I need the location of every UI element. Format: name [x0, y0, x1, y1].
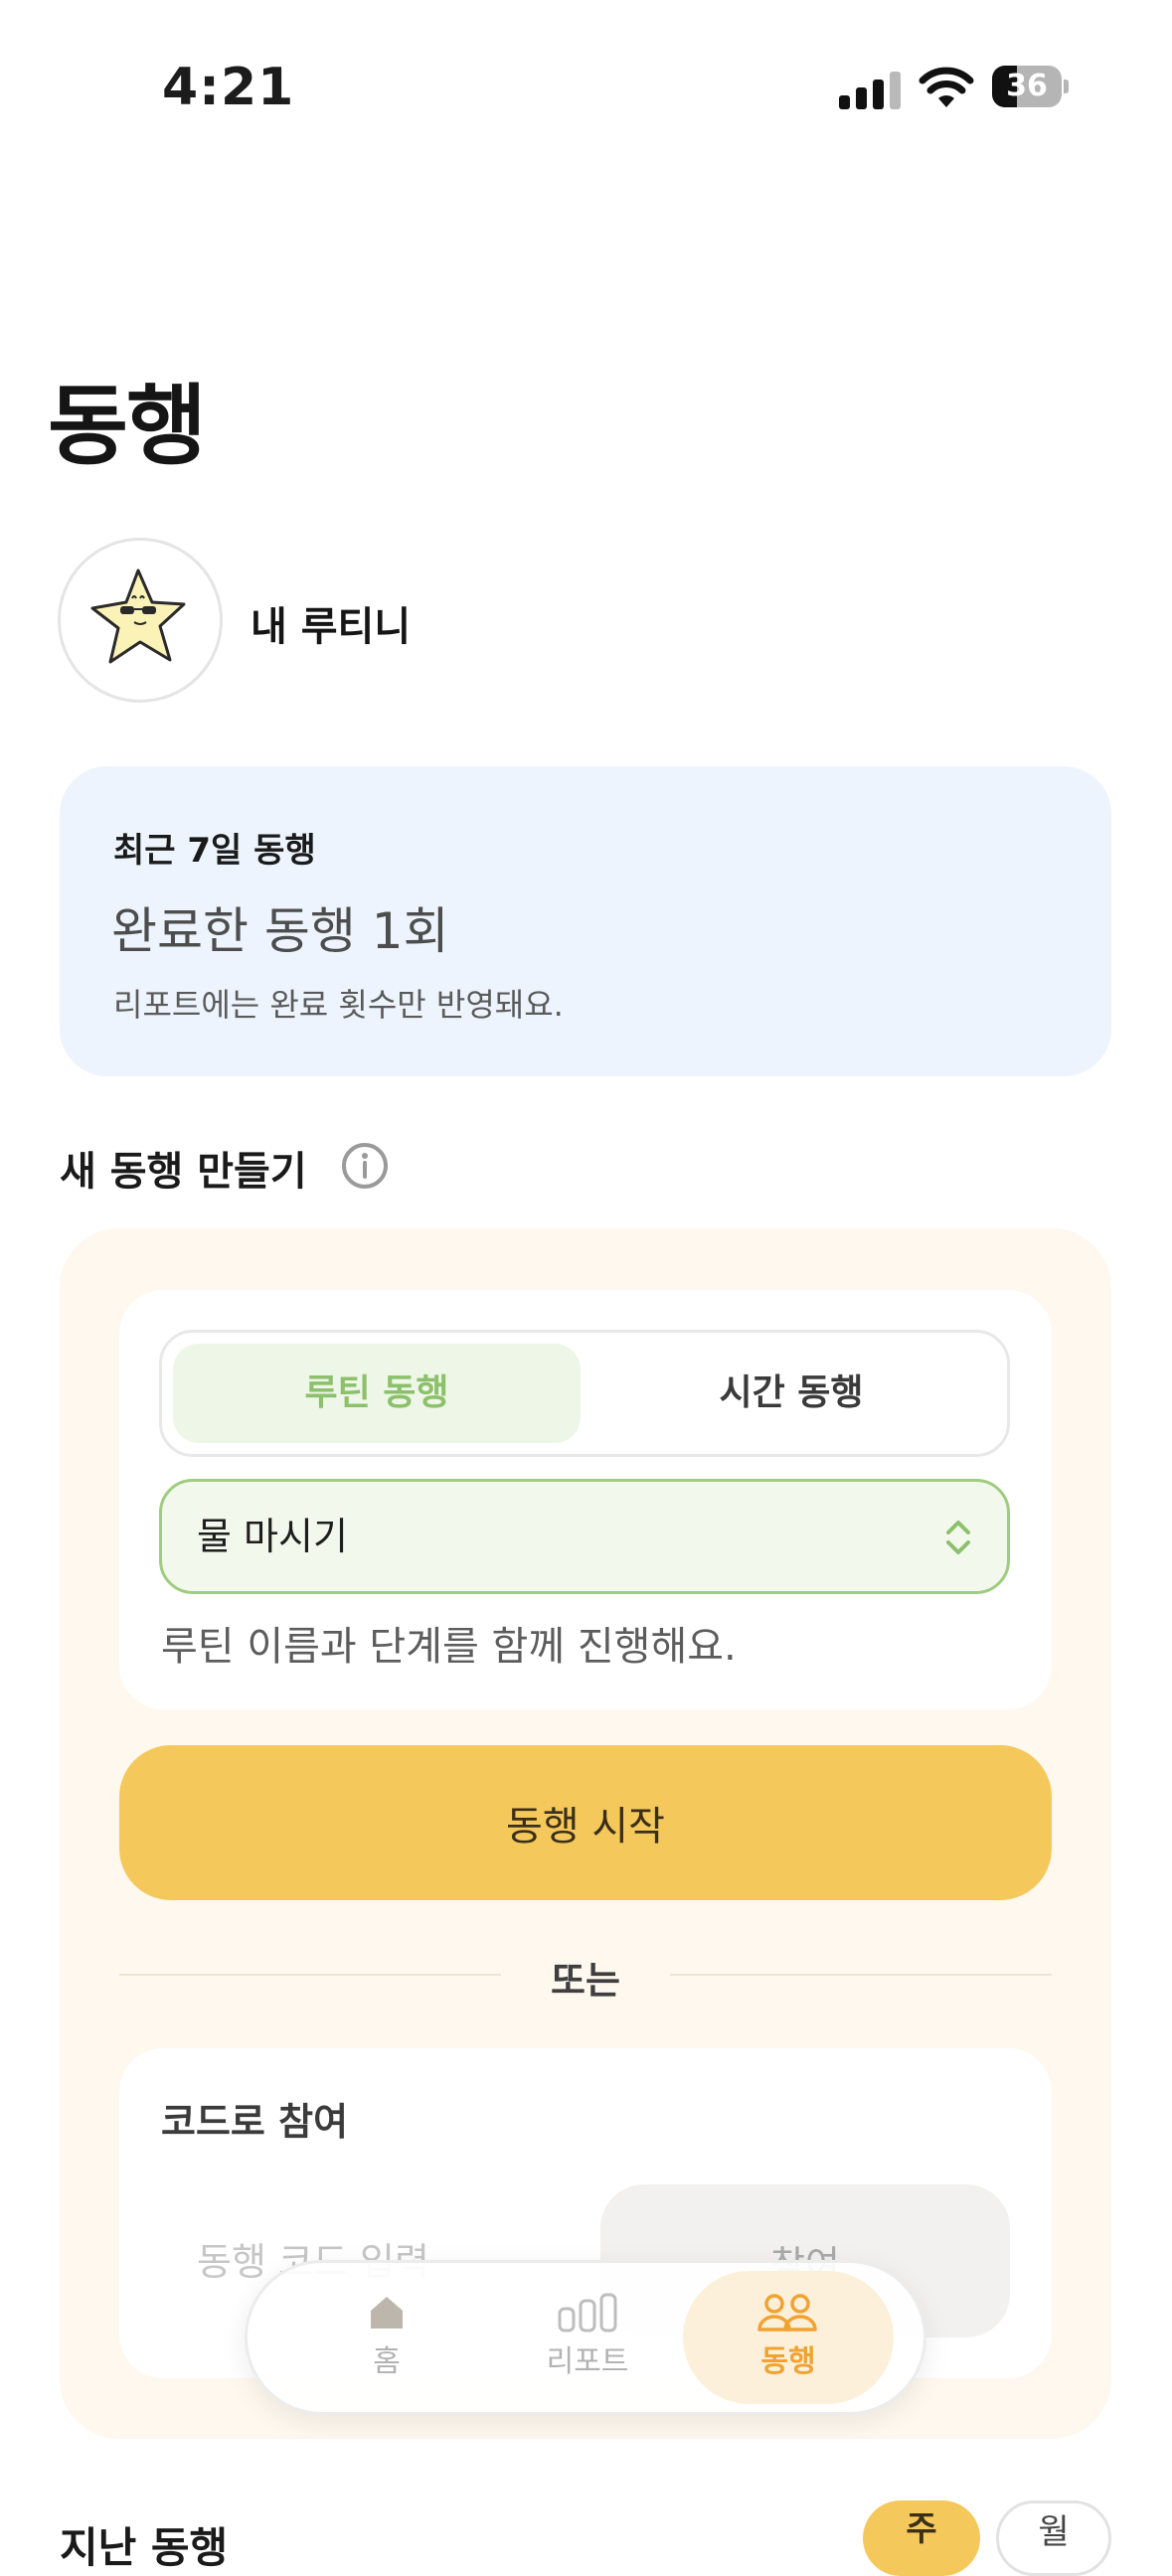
wifi-icon [919, 67, 974, 107]
tab-home[interactable]: 홈 [281, 2271, 492, 2404]
routine-select-value: 물 마시기 [197, 1515, 348, 1558]
create-section-title: 새 동행 만들기 [60, 1149, 307, 1195]
period-week-chip[interactable]: 주 [863, 2500, 980, 2576]
bottom-tab-bar: 홈 리포트 동행 [245, 2260, 926, 2415]
home-icon [371, 2297, 403, 2329]
start-companion-button[interactable]: 동행 시작 [119, 1745, 1052, 1900]
tab-companion-label: 동행 [760, 2344, 816, 2379]
tab-companion[interactable]: 동행 [683, 2271, 894, 2404]
tab-report[interactable]: 리포트 [482, 2271, 693, 2404]
people-icon [757, 2294, 817, 2332]
cellular-signal-icon [839, 72, 901, 109]
stats-title: 최근 7일 동행 [113, 831, 316, 871]
history-title: 지난 동행 [60, 2523, 229, 2572]
join-title: 코드로 참여 [161, 2100, 349, 2144]
avatar[interactable] [58, 538, 223, 703]
stats-note: 리포트에는 완료 횟수만 반영돼요. [113, 986, 564, 1024]
chevron-up-down-icon [946, 1521, 970, 1554]
info-icon[interactable] [340, 1141, 390, 1191]
star-character-icon [90, 568, 186, 664]
tab-time-mode[interactable]: 시간 동행 [586, 1344, 996, 1443]
chart-icon [558, 2293, 617, 2333]
page-title: 동행 [48, 375, 207, 477]
divider-right [670, 1974, 1052, 1976]
or-divider-label: 또는 [551, 1959, 620, 2003]
tab-routine-mode[interactable]: 루틴 동행 [173, 1344, 581, 1443]
mode-helper-text: 루틴 이름과 단계를 함께 진행해요. [161, 1624, 737, 1670]
tab-home-label: 홈 [373, 2344, 401, 2379]
routine-name: 내 루티니 [251, 604, 412, 650]
period-month-chip[interactable]: 월 [996, 2500, 1111, 2576]
tab-report-label: 리포트 [546, 2344, 629, 2379]
battery-icon: 36 [992, 66, 1070, 107]
stats-count: 완료한 동행 1회 [111, 902, 449, 960]
status-time: 4:21 [162, 58, 295, 117]
battery-percent: 36 [1006, 69, 1048, 103]
divider-left [119, 1974, 501, 1976]
